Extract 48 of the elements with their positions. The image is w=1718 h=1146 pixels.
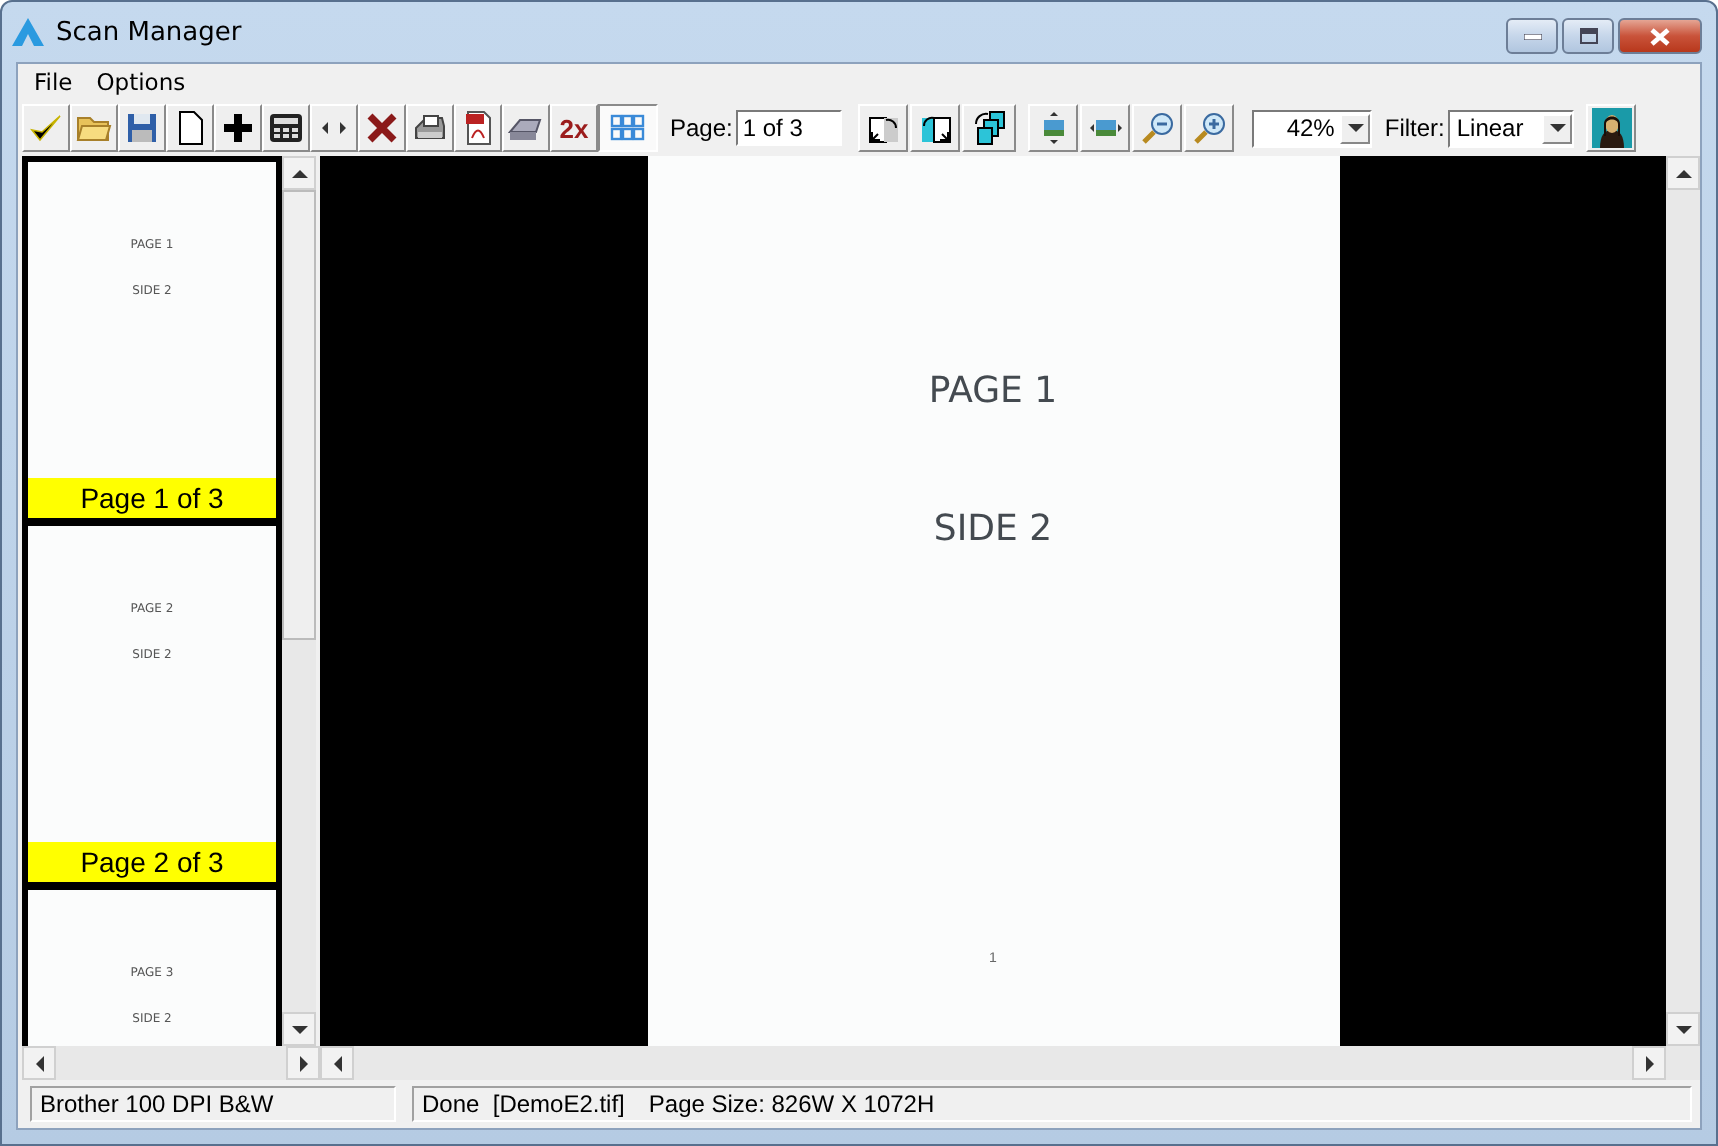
- menu-item[interactable]: File: [22, 68, 85, 96]
- arrow-icon: [1347, 122, 1364, 134]
- maximize-icon: [1579, 28, 1597, 44]
- close-button[interactable]: [1618, 18, 1702, 54]
- menu-item[interactable]: Options: [84, 68, 198, 96]
- filter-dropdown[interactable]: Linear: [1448, 109, 1575, 147]
- app-logo-icon: [12, 18, 44, 46]
- checkmark-icon: [28, 110, 64, 146]
- calculator-icon: [268, 110, 304, 146]
- plus-icon: [220, 110, 256, 146]
- arrow-icon: [1549, 122, 1566, 134]
- horizontal-scrollbar[interactable]: [22, 1046, 320, 1080]
- minimize-button[interactable]: [1506, 18, 1558, 54]
- thumbnail-label: Page 2 of 3: [28, 842, 276, 882]
- vertical-scrollbar[interactable]: [1666, 156, 1700, 1046]
- arrow-icon: [1675, 167, 1691, 179]
- filter-label: Filter:: [1384, 114, 1445, 142]
- status-text: Page Size: 826W X 1072H: [648, 1090, 935, 1118]
- page-label: Page:: [670, 114, 733, 142]
- cross-icon: [364, 110, 400, 146]
- status-text: Brother 100 DPI B&W: [40, 1090, 274, 1118]
- maximize-button[interactable]: [1562, 18, 1614, 54]
- minimize-icon: [1523, 33, 1541, 39]
- close-icon: [1650, 27, 1670, 45]
- page-text: PAGE 1: [928, 370, 1058, 412]
- grid-icon: [610, 110, 646, 146]
- zoom-in-icon: [1191, 110, 1228, 146]
- horizontal-scrollbar[interactable]: [320, 1046, 1700, 1080]
- vertical-scrollbar[interactable]: [282, 156, 316, 1046]
- zoom-2x-button[interactable]: 2x: [550, 104, 598, 152]
- arrow-icon: [33, 1055, 45, 1071]
- scroll-thumb[interactable]: [282, 190, 316, 640]
- person-icon: [1591, 108, 1632, 148]
- status-text: Done [DemoE2.tif]: [422, 1090, 625, 1118]
- page-text: SIDE 2: [933, 508, 1053, 550]
- thumbnail-label: Page 1 of 3: [28, 478, 276, 518]
- stacked-pages-icon: [971, 110, 1008, 146]
- zoom-dropdown[interactable]: 42%: [1252, 109, 1373, 147]
- window-title: Scan Manager: [56, 17, 244, 47]
- arrow-icon: [291, 167, 307, 179]
- arrow-icon: [1675, 1023, 1691, 1035]
- pdf-document-icon: [460, 110, 496, 146]
- arrow-icon: [291, 1023, 307, 1035]
- arrow-icon: [331, 1055, 343, 1071]
- page-field[interactable]: 1 of 3: [736, 110, 843, 146]
- arrow-icon: [1643, 1055, 1655, 1071]
- arrow-icon: [297, 1055, 309, 1071]
- zoom-out-icon: [1139, 110, 1176, 146]
